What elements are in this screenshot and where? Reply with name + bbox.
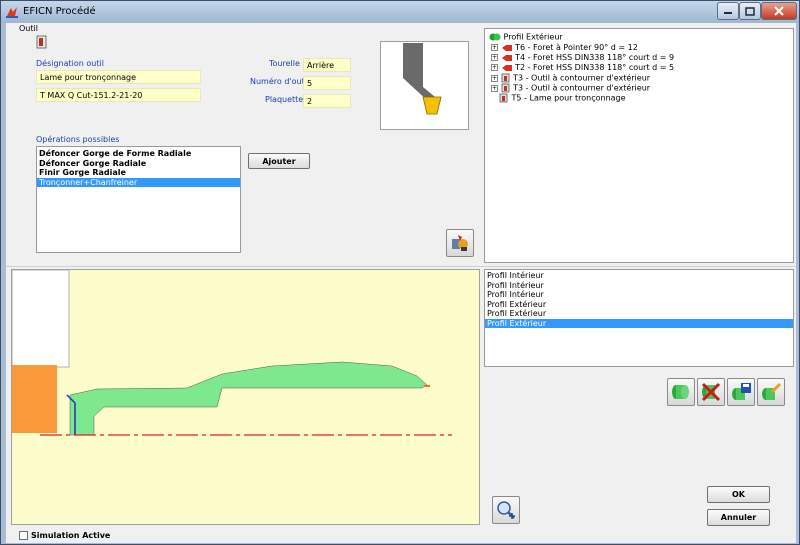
tool-thumb-icon — [36, 35, 47, 49]
plaquette-label: Plaquette — [265, 95, 304, 104]
tool-palette-icon — [452, 235, 468, 251]
profile-item[interactable]: Profil Intérieur — [485, 271, 793, 281]
close-icon — [774, 6, 784, 16]
add-profile-button[interactable] — [667, 378, 695, 406]
drill-icon — [501, 54, 512, 61]
ajouter-button[interactable]: Ajouter — [248, 153, 310, 169]
tourelle-label: Tourelle — [269, 59, 300, 68]
tree-item[interactable]: + T2 - Foret HSS DIN338 118° court d = 5 — [491, 63, 674, 73]
close-button[interactable] — [761, 2, 797, 20]
expand-icon[interactable]: + — [491, 54, 498, 61]
profile-root-icon — [489, 33, 501, 41]
profile-item[interactable]: Profil Extérieur — [485, 300, 793, 310]
minimize-button[interactable] — [717, 2, 739, 20]
turning-tool-icon — [501, 83, 509, 93]
tree-item-label: T2 - Foret HSS DIN338 118° court d = 5 — [515, 63, 675, 72]
simulation-checkbox[interactable] — [19, 531, 28, 540]
tourelle-field[interactable]: Arrière — [303, 58, 351, 72]
minimize-icon — [724, 12, 732, 14]
separator — [6, 266, 796, 267]
main-window: EFICN Procédé Outil Désignation outil La… — [0, 0, 800, 545]
plaquette-field[interactable]: 2 — [303, 94, 351, 108]
operation-item-selected[interactable]: Tronçonner+Chanfreiner — [37, 177, 240, 187]
tool-palette-button[interactable] — [446, 229, 474, 257]
tool-preview-icon — [403, 43, 442, 115]
toolpath-drawing — [12, 270, 452, 436]
tree-item-label: T3 - Outil à contourner d'extérieur — [513, 73, 651, 83]
profile-item[interactable]: Profil Intérieur — [485, 290, 793, 300]
designation-field[interactable]: Lame pour tronçonnage — [36, 70, 201, 84]
tree-item[interactable]: + T3 - Outil à contourner d'extérieur — [491, 73, 650, 83]
parting-tool-icon — [499, 93, 508, 103]
tree-item[interactable]: + T3 - Outil à contourner d'extérieur — [491, 83, 650, 93]
tree-item[interactable]: + T6 - Foret à Pointer 90° d = 12 — [491, 43, 638, 53]
reference-field[interactable]: T MAX Q Cut-151.2-21-20 — [36, 88, 201, 102]
simulation-toggle[interactable]: Simulation Active — [19, 531, 110, 540]
tree-item-label: T3 - Outil à contourner d'extérieur — [513, 83, 651, 93]
designation-label: Désignation outil — [36, 59, 104, 68]
tree-root-label: Profil Extérieur — [503, 32, 563, 42]
operation-item[interactable]: Finir Gorge Radiale — [37, 168, 240, 178]
simulation-canvas[interactable] — [11, 269, 480, 525]
operations-label: Opérations possibles — [36, 135, 120, 144]
tree-root[interactable]: Profil Extérieur — [489, 32, 563, 42]
zoom-button[interactable] — [492, 496, 520, 524]
ok-button[interactable]: OK — [707, 486, 770, 503]
window-title: EFICN Procédé — [23, 6, 96, 17]
drill-icon — [501, 64, 512, 71]
tree-item-label: T6 - Foret à Pointer 90° d = 12 — [515, 43, 638, 52]
tool-tree[interactable]: Profil Extérieur + T6 - Foret à Pointer … — [484, 28, 794, 263]
cancel-button[interactable]: Annuler — [707, 509, 770, 526]
tree-item-label: T4 - Foret HSS DIN338 118° court d = 9 — [515, 53, 675, 62]
save-profile-icon — [732, 383, 751, 400]
outil-group-label: Outil — [19, 24, 38, 33]
expand-icon[interactable]: + — [491, 84, 498, 92]
profile-item-selected[interactable]: Profil Extérieur — [485, 318, 793, 328]
operation-item[interactable]: Défoncer Gorge de Forme Radiale — [37, 149, 240, 159]
expand-icon[interactable]: + — [491, 44, 498, 51]
tree-item[interactable]: T5 - Lame pour tronçonnage — [499, 93, 626, 103]
profile-item[interactable]: Profil Extérieur — [485, 309, 793, 319]
profile-list[interactable]: Profil Intérieur Profil Intérieur Profil… — [484, 269, 794, 367]
numero-label: Numéro d'outil — [250, 77, 310, 86]
title-bar[interactable]: EFICN Procédé — [1, 1, 799, 23]
numero-field[interactable]: 5 — [303, 76, 351, 90]
operations-list[interactable]: Défoncer Gorge de Forme Radiale Défoncer… — [36, 146, 241, 253]
edit-profile-button[interactable] — [757, 378, 785, 406]
expand-icon[interactable]: + — [491, 64, 498, 71]
zoom-in-icon — [497, 501, 515, 519]
turning-tool-icon — [501, 73, 509, 83]
maximize-button[interactable] — [739, 2, 761, 20]
edit-profile-icon — [762, 382, 782, 400]
app-icon — [6, 7, 18, 18]
delete-profile-icon — [701, 382, 721, 402]
profile-item[interactable]: Profil Intérieur — [485, 281, 793, 291]
expand-icon[interactable]: + — [491, 74, 498, 82]
operation-item[interactable]: Défoncer Gorge Radiale — [37, 159, 240, 169]
drill-icon — [501, 44, 512, 51]
delete-profile-button[interactable] — [697, 378, 725, 406]
tree-item-label: T5 - Lame pour tronçonnage — [511, 93, 626, 103]
client-area: Outil Désignation outil Lame pour tronço… — [6, 23, 796, 543]
tree-item[interactable]: + T4 - Foret HSS DIN338 118° court d = 9 — [491, 53, 674, 63]
tool-preview — [380, 41, 469, 130]
save-profile-button[interactable] — [727, 378, 755, 406]
maximize-icon — [745, 6, 755, 16]
add-profile-icon — [672, 385, 689, 399]
simulation-label: Simulation Active — [31, 531, 111, 540]
